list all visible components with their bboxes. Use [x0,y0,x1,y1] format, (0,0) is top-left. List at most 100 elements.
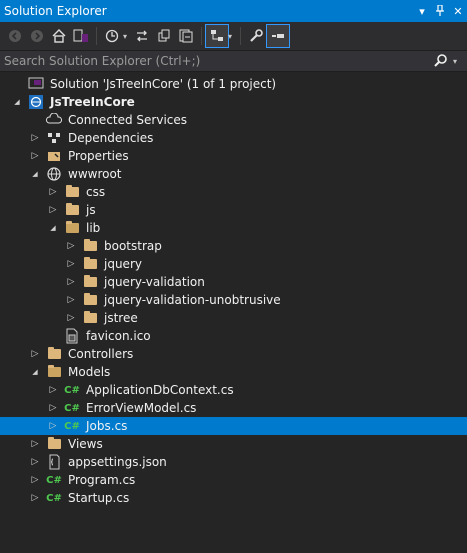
tree-item[interactable]: ▷ C# Startup.cs [0,489,467,507]
globe-icon [46,166,62,182]
tree-item-label: Properties [68,149,129,163]
sync-with-active-document-icon[interactable] [131,25,153,47]
collapsed-arrow-icon[interactable]: ▷ [48,201,58,219]
tree-item[interactable]: ◢ wwwroot [0,165,467,183]
folder-icon [82,310,98,326]
ico-file-icon [64,328,80,344]
csharp-file-icon: C# [46,474,62,486]
switch-views-icon[interactable] [70,25,92,47]
tree-item-label: wwwroot [68,167,122,181]
collapsed-arrow-icon[interactable]: ▷ [30,489,40,507]
tree-item-label: jquery-validation-unobtrusive [104,293,281,307]
tree-item-label: js [86,203,96,217]
collapsed-arrow-icon[interactable]: ▷ [48,381,58,399]
search-options-dropdown-icon[interactable]: ▾ [453,57,467,66]
close-icon[interactable]: ✕ [449,2,467,20]
collapsed-arrow-icon[interactable]: ▷ [48,417,58,435]
tree-item-label: Views [68,437,103,451]
back-icon[interactable] [4,25,26,47]
tree-item-label: jquery [104,257,142,271]
tree-item[interactable]: ▷ jquery [0,255,467,273]
tree-item[interactable]: ▷ Views [0,435,467,453]
tree-item[interactable]: Solution 'JsTreeInCore' (1 of 1 project) [0,75,467,93]
filter-dropdown-icon[interactable]: ▾ [123,32,131,41]
tree-item-label: favicon.ico [86,329,151,343]
collapsed-arrow-icon[interactable]: ▷ [30,471,40,489]
collapsed-arrow-icon[interactable]: ▷ [30,129,40,147]
csharp-file-icon: C# [64,420,80,432]
tree-item[interactable]: ▷ appsettings.json [0,453,467,471]
properties-wrench-icon[interactable] [245,25,267,47]
toolbar: ▾ ▾ [0,22,467,50]
solution-icon [28,76,44,92]
folder-icon [64,202,80,218]
collapsed-arrow-icon[interactable]: ▷ [30,345,40,363]
tree-item[interactable]: Connected Services [0,111,467,129]
expanded-arrow-icon[interactable]: ◢ [12,93,22,111]
tree-item[interactable]: ▷ C# ApplicationDbContext.cs [0,381,467,399]
expanded-arrow-icon[interactable]: ◢ [48,219,58,237]
home-icon[interactable] [48,25,70,47]
folder-icon [82,274,98,290]
tree-item[interactable]: ▷ js [0,201,467,219]
tree-item-label: jstree [104,311,138,325]
tree-item[interactable]: ▷ C# ErrorViewModel.cs [0,399,467,417]
tree-item-label: ErrorViewModel.cs [86,401,197,415]
tree-item[interactable]: favicon.ico [0,327,467,345]
tree-item[interactable]: ▷ C# Jobs.cs [0,417,467,435]
search-icon[interactable] [429,54,453,68]
folder-icon [82,292,98,308]
csharp-file-icon: C# [46,492,62,504]
tree-item-label: ApplicationDbContext.cs [86,383,234,397]
tree-item-label: bootstrap [104,239,162,253]
refresh-icon[interactable] [153,25,175,47]
tree-item[interactable]: ▷ Properties [0,147,467,165]
folder-icon [82,238,98,254]
expanded-arrow-icon[interactable]: ◢ [30,165,40,183]
collapsed-arrow-icon[interactable]: ▷ [48,183,58,201]
show-all-files-icon[interactable] [205,24,229,48]
pin-icon[interactable] [431,2,449,20]
collapsed-arrow-icon[interactable]: ▷ [66,237,76,255]
tree-item-label: Solution 'JsTreeInCore' (1 of 1 project) [50,77,277,91]
collapsed-arrow-icon[interactable]: ▷ [30,453,40,471]
folder-icon [46,436,62,452]
view-options-dropdown-icon[interactable]: ▾ [228,32,236,41]
tree-item-label: Startup.cs [68,491,130,505]
search-bar: ▾ [0,50,467,72]
tree-item[interactable]: ▷ jquery-validation-unobtrusive [0,291,467,309]
tree-item[interactable]: ▷ Controllers [0,345,467,363]
collapsed-arrow-icon[interactable]: ▷ [66,273,76,291]
expanded-arrow-icon[interactable]: ◢ [30,363,40,381]
tree-item-label: lib [86,221,101,235]
window-options-dropdown-icon[interactable]: ▾ [413,2,431,20]
preview-selected-items-icon[interactable] [266,24,290,48]
tree-item[interactable]: ◢ JsTreeInCore [0,93,467,111]
folder-open-icon [64,220,80,236]
collapsed-arrow-icon[interactable]: ▷ [30,435,40,453]
collapse-all-icon[interactable] [175,25,197,47]
collapsed-arrow-icon[interactable]: ▷ [30,147,40,165]
tree-item[interactable]: ▷ bootstrap [0,237,467,255]
folder-icon [82,256,98,272]
tree-item[interactable]: ◢ Models [0,363,467,381]
solution-tree: Solution 'JsTreeInCore' (1 of 1 project)… [0,75,467,507]
forward-icon[interactable] [26,25,48,47]
tree-item[interactable]: ◢ lib [0,219,467,237]
search-input[interactable] [0,53,429,69]
tree-item[interactable]: ▷ jquery-validation [0,273,467,291]
tree-item[interactable]: ▷ jstree [0,309,467,327]
collapsed-arrow-icon[interactable]: ▷ [66,255,76,273]
collapsed-arrow-icon[interactable]: ▷ [66,309,76,327]
collapsed-arrow-icon[interactable]: ▷ [66,291,76,309]
tree-item-label: Controllers [68,347,134,361]
tree-item[interactable]: ▷ css [0,183,467,201]
tree-item-label: Models [68,365,111,379]
properties-icon [46,148,62,164]
toolbar-separator [96,27,97,45]
folder-icon [64,184,80,200]
pending-changes-filter-icon[interactable] [101,25,123,47]
tree-item[interactable]: ▷ C# Program.cs [0,471,467,489]
tree-item[interactable]: ▷ Dependencies [0,129,467,147]
collapsed-arrow-icon[interactable]: ▷ [48,399,58,417]
